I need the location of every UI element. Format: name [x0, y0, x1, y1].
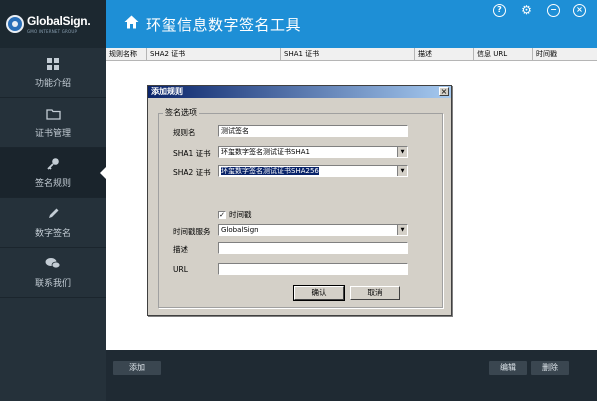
column-header[interactable]: 时间戳 — [533, 48, 597, 61]
help-icon[interactable]: ? — [493, 4, 506, 17]
chevron-down-icon: ▼ — [397, 225, 407, 235]
app-title: 环玺信息数字签名工具 — [146, 16, 302, 34]
timestamp-checkbox-label: 时间戳 — [229, 210, 252, 219]
title-bar: 环玺信息数字签名工具 ? ⚙ − × — [106, 0, 597, 48]
logo-name: GlobalSign. — [27, 14, 91, 28]
sidebar-item-label: 签名规则 — [34, 178, 71, 189]
sha2-select[interactable]: 环玺数字签名测试证书SHA256 ▼ — [218, 165, 408, 177]
table-header: 规则名称 SHA2 证书 SHA1 证书 描述 信息 URL 时间戳 — [106, 48, 597, 61]
sha2-label: SHA2 证书 — [173, 168, 211, 177]
url-input[interactable] — [218, 263, 408, 275]
rule-name-label: 规则名 — [173, 128, 196, 137]
rule-name-input[interactable]: 测试签名 — [218, 125, 408, 137]
add-button[interactable]: 添加 — [113, 361, 161, 375]
sidebar-item-contact[interactable]: 联系我们 — [0, 248, 106, 298]
logo-tagline: GMO INTERNET GROUP — [27, 29, 78, 34]
sidebar-item-label: 证书管理 — [34, 128, 71, 139]
cancel-button[interactable]: 取消 — [350, 286, 400, 300]
ts-service-select[interactable]: GlobalSign ▼ — [218, 224, 408, 236]
folder-icon — [45, 107, 61, 121]
home-icon[interactable] — [124, 15, 139, 32]
column-header[interactable]: SHA2 证书 — [147, 48, 281, 61]
add-rule-dialog: 添加规则 × 签名选项 规则名 测试签名 SHA1 证书 环玺数字签名测试证书S… — [147, 85, 452, 316]
grid-icon — [47, 57, 59, 71]
column-header[interactable]: 描述 — [415, 48, 474, 61]
ts-service-label: 时间戳服务 — [173, 227, 211, 236]
sidebar-item-digital-sign[interactable]: 数字签名 — [0, 198, 106, 248]
settings-icon[interactable]: ⚙ — [520, 4, 533, 17]
description-label: 描述 — [173, 245, 188, 254]
footer-toolbar: 添加 编辑 删除 — [106, 350, 597, 401]
chevron-down-icon: ▼ — [397, 147, 407, 157]
edit-button[interactable]: 编辑 — [489, 361, 527, 375]
close-icon[interactable]: × — [573, 4, 586, 17]
checkbox-box[interactable]: ✓ — [218, 210, 226, 219]
column-header[interactable]: 信息 URL — [474, 48, 533, 61]
dialog-title-bar: 添加规则 × — [148, 86, 451, 98]
column-header[interactable]: SHA1 证书 — [281, 48, 415, 61]
sidebar-item-sign-rules[interactable]: 签名规则 — [0, 148, 106, 198]
url-label: URL — [173, 265, 188, 274]
timestamp-checkbox[interactable]: ✓ 时间戳 — [218, 209, 252, 220]
sidebar-item-features[interactable]: 功能介绍 — [0, 48, 106, 98]
sidebar-item-label: 联系我们 — [34, 278, 71, 289]
globalsign-logo-icon — [6, 15, 24, 33]
dialog-title: 添加规则 — [151, 87, 183, 96]
column-header[interactable]: 规则名称 — [106, 48, 147, 61]
options-groupbox — [158, 113, 443, 308]
delete-button[interactable]: 删除 — [531, 361, 569, 375]
sidebar-item-label: 功能介绍 — [34, 78, 71, 89]
description-input[interactable] — [218, 242, 408, 254]
sha1-label: SHA1 证书 — [173, 149, 211, 158]
sidebar: GlobalSign. GMO INTERNET GROUP 功能介绍 证书管理… — [0, 0, 106, 401]
sha1-select[interactable]: 环玺数字签名测试证书SHA1 ▼ — [218, 146, 408, 158]
logo: GlobalSign. GMO INTERNET GROUP — [0, 0, 106, 48]
group-label: 签名选项 — [163, 107, 199, 118]
confirm-button[interactable]: 确认 — [293, 285, 345, 301]
sidebar-item-label: 数字签名 — [34, 228, 71, 239]
chevron-down-icon: ▼ — [397, 166, 407, 176]
key-icon — [46, 157, 60, 171]
dialog-close-icon[interactable]: × — [439, 87, 449, 96]
minimize-icon[interactable]: − — [547, 4, 560, 17]
sidebar-item-certificates[interactable]: 证书管理 — [0, 98, 106, 148]
chat-icon — [45, 257, 61, 271]
pen-icon — [47, 207, 60, 221]
